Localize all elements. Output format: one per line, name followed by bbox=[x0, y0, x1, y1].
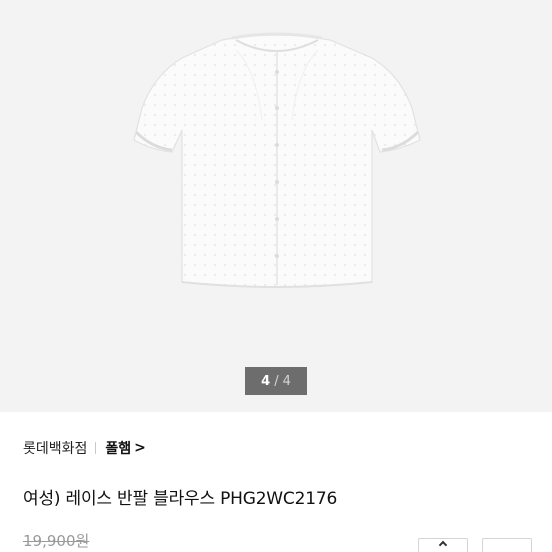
chevron-up-icon bbox=[438, 540, 448, 550]
share-button[interactable] bbox=[418, 538, 468, 552]
breadcrumb-divider bbox=[95, 442, 97, 454]
brand-link[interactable]: 폴햄 > bbox=[105, 438, 146, 458]
breadcrumb: 롯데백화점 폴햄 > bbox=[23, 438, 146, 458]
page-separator: / bbox=[274, 373, 279, 389]
product-image bbox=[133, 32, 421, 288]
wishlist-button[interactable] bbox=[482, 538, 532, 552]
action-buttons bbox=[418, 538, 532, 552]
store-name: 롯데백화점 bbox=[23, 441, 88, 457]
brand-name: 폴햄 bbox=[105, 441, 132, 457]
product-image-gallery[interactable]: 4 / 4 bbox=[0, 0, 552, 412]
chevron-right-icon: > bbox=[134, 440, 146, 456]
image-page-indicator: 4 / 4 bbox=[245, 367, 307, 395]
product-info: 롯데백화점 폴햄 > 여성) 레이스 반팔 블라우스 PHG2WC2176 19… bbox=[0, 412, 552, 552]
total-pages: 4 bbox=[282, 373, 291, 389]
current-page: 4 bbox=[261, 373, 271, 389]
product-title: 여성) 레이스 반팔 블라우스 PHG2WC2176 bbox=[23, 489, 338, 509]
original-price: 19,900원 bbox=[23, 532, 90, 550]
